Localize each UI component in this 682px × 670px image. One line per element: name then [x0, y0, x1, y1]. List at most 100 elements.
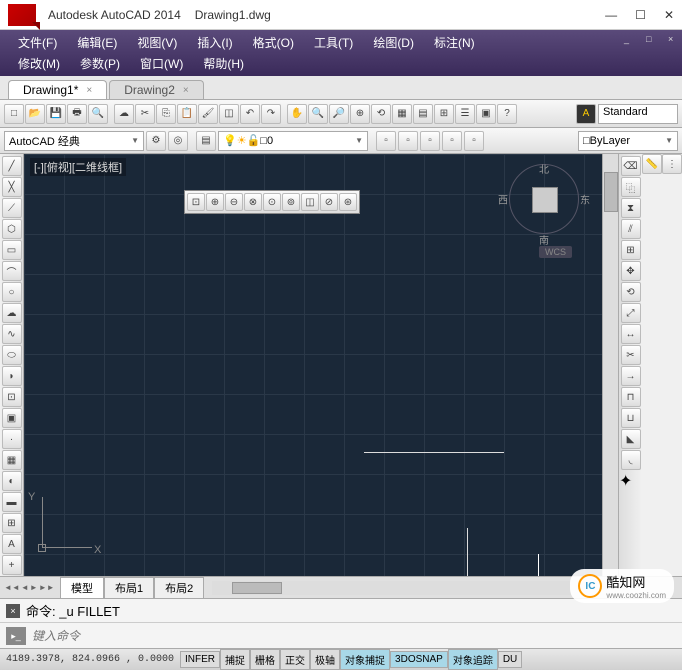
menu-view[interactable]: 视图(V) [127, 32, 187, 53]
xline-button[interactable]: ╳ [2, 177, 22, 197]
drawn-line[interactable] [467, 528, 468, 576]
match-button[interactable]: 🖌 [198, 104, 218, 124]
undo-button[interactable]: ↶ [240, 104, 260, 124]
layer-tool2[interactable]: ▫ [398, 131, 418, 151]
spline-button[interactable]: ∿ [2, 324, 22, 344]
publish-button[interactable]: ☁ [114, 104, 134, 124]
drawing-canvas[interactable]: [-][俯视][二维线框] ⊡ ⊕ ⊖ ⊗ ⊙ ⊚ ◫ ⊘ ⊛ 北 南 东 西 … [24, 154, 602, 576]
menu-modify[interactable]: 修改(M) [8, 53, 70, 74]
zoom-button[interactable]: 🔎 [329, 104, 349, 124]
menu-draw[interactable]: 绘图(D) [363, 32, 424, 53]
viewcube[interactable]: 北 南 东 西 [504, 164, 584, 244]
workspace-combo[interactable]: AutoCAD 经典▼ [4, 131, 144, 151]
chamfer-button[interactable]: ◣ [621, 429, 641, 449]
break-button[interactable]: ⊓ [621, 387, 641, 407]
command-input[interactable] [32, 629, 676, 643]
block-button[interactable]: ◫ [219, 104, 239, 124]
text-style-combo[interactable]: Standard [598, 104, 678, 124]
status-snap[interactable]: 捕捉 [220, 649, 250, 670]
menu-dimension[interactable]: 标注(N) [424, 32, 485, 53]
ws-save-button[interactable]: ◎ [168, 131, 188, 151]
insert-button[interactable]: ⊡ [2, 387, 22, 407]
menu-edit[interactable]: 编辑(E) [67, 32, 127, 53]
menu-parametric[interactable]: 参数(P) [70, 53, 130, 74]
rotate-button[interactable]: ⟲ [621, 282, 641, 302]
viewport-label[interactable]: [-][俯视][二维线框] [30, 158, 126, 176]
status-otrack[interactable]: 对象追踪 [448, 649, 498, 670]
erase-button[interactable]: ⌫ [621, 156, 641, 176]
new-button[interactable]: □ [4, 104, 24, 124]
more-button[interactable]: ⋮ [662, 154, 682, 174]
fillet-button[interactable]: ◟ [621, 450, 641, 470]
line-button[interactable]: ╱ [2, 156, 22, 176]
status-osnap[interactable]: 对象捕捉 [340, 649, 390, 670]
vertical-scrollbar[interactable] [602, 154, 618, 576]
close-button[interactable]: ✕ [664, 8, 674, 22]
stretch-button[interactable]: ↔ [621, 324, 641, 344]
trim-button[interactable]: ✂ [621, 345, 641, 365]
close-cmdline-button[interactable]: × [6, 604, 20, 618]
layer-tool4[interactable]: ▫ [442, 131, 462, 151]
hatch-button[interactable]: ▦ [2, 450, 22, 470]
mdi-close[interactable]: × [658, 32, 678, 44]
view-top-button[interactable]: ⊡ [187, 193, 205, 211]
props-button[interactable]: ☰ [455, 104, 475, 124]
tab-drawing2[interactable]: Drawing2 × [109, 80, 204, 99]
arc-button[interactable]: ⌒ [2, 261, 22, 281]
status-du[interactable]: DU [498, 651, 522, 668]
menu-tools[interactable]: 工具(T) [304, 32, 363, 53]
view-back-button[interactable]: ⊚ [282, 193, 300, 211]
menu-file[interactable]: 文件(F) [8, 32, 67, 53]
maximize-button[interactable]: ☐ [635, 8, 646, 22]
zoom-prev-button[interactable]: ⊕ [350, 104, 370, 124]
drawn-line[interactable] [364, 452, 504, 453]
view-left-button[interactable]: ⊖ [225, 193, 243, 211]
layout2-tab[interactable]: 布局2 [154, 577, 204, 599]
move-button[interactable]: ✥ [621, 261, 641, 281]
menu-format[interactable]: 格式(O) [243, 32, 304, 53]
mtext-button[interactable]: A [2, 534, 22, 554]
status-polar[interactable]: 极轴 [310, 649, 340, 670]
join-button[interactable]: ⊔ [621, 408, 641, 428]
tool-palette-button[interactable]: ▤ [413, 104, 433, 124]
table-button[interactable]: ⊞ [2, 513, 22, 533]
sheet-button[interactable]: ▦ [392, 104, 412, 124]
mdi-restore[interactable]: □ [636, 32, 656, 44]
layer-tool3[interactable]: ▫ [420, 131, 440, 151]
status-infer[interactable]: INFER [180, 651, 220, 668]
offset-button[interactable]: ⫽ [621, 219, 641, 239]
view-right-button[interactable]: ⊗ [244, 193, 262, 211]
copy-obj-button[interactable]: ⿻ [621, 177, 641, 197]
scroll-thumb[interactable] [232, 582, 282, 594]
calc-button[interactable]: ⊞ [434, 104, 454, 124]
linetype-combo[interactable]: □ByLayer▼ [578, 131, 678, 151]
preview-button[interactable]: 🔍 [88, 104, 108, 124]
ws-settings-button[interactable]: ⚙ [146, 131, 166, 151]
view-bottom-button[interactable]: ⊕ [206, 193, 224, 211]
view-front-button[interactable]: ⊙ [263, 193, 281, 211]
save-button[interactable]: 💾 [46, 104, 66, 124]
array-button[interactable]: ⊞ [621, 240, 641, 260]
help-button[interactable]: ? [497, 104, 517, 124]
view-se-button[interactable]: ⊘ [320, 193, 338, 211]
polygon-button[interactable]: ⬡ [2, 219, 22, 239]
model-tab[interactable]: 模型 [60, 577, 104, 599]
point-button[interactable]: · [2, 429, 22, 449]
minimize-button[interactable]: — [605, 8, 617, 22]
region-button[interactable]: ▬ [2, 492, 22, 512]
layer-tool5[interactable]: ▫ [464, 131, 484, 151]
menu-help[interactable]: 帮助(H) [193, 53, 254, 74]
text-style-icon[interactable]: A [576, 104, 596, 124]
cube-icon[interactable] [532, 187, 558, 213]
close-icon[interactable]: × [183, 85, 189, 96]
extend-button[interactable]: → [621, 366, 641, 386]
zoom-rt-button[interactable]: 🔍 [308, 104, 328, 124]
command-prompt-icon[interactable]: ▸_ [6, 627, 26, 645]
wcs-label[interactable]: WCS [539, 246, 572, 258]
status-3dosnap[interactable]: 3DOSNAP [390, 651, 448, 668]
addselect-button[interactable]: + [2, 555, 22, 575]
close-icon[interactable]: × [86, 85, 92, 96]
menu-window[interactable]: 窗口(W) [130, 53, 193, 74]
tab-nav[interactable]: ◄◄◄►►► [4, 583, 55, 592]
ellipse-arc-button[interactable]: ◗ [2, 366, 22, 386]
